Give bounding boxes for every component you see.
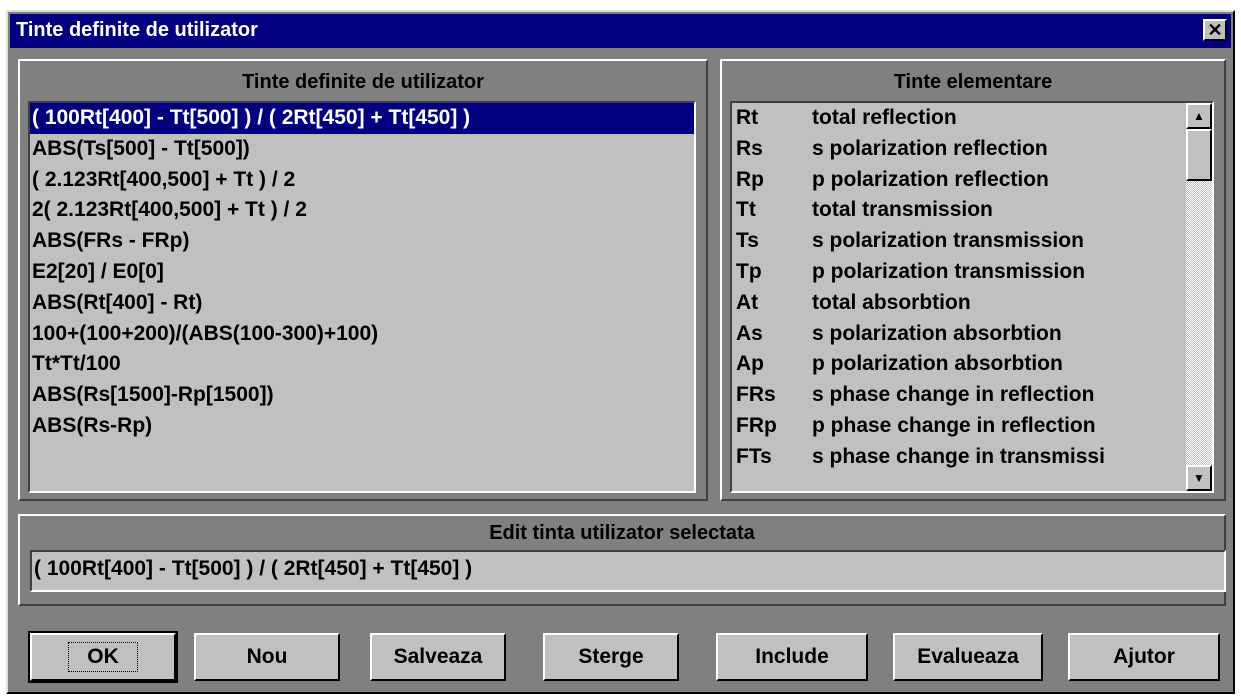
elementary-target-item[interactable]: Tt total transmission [732, 195, 1212, 226]
delete-button[interactable]: Sterge [543, 633, 679, 681]
elementary-target-description: s polarization reflection [812, 136, 1048, 160]
include-button[interactable]: Include [716, 633, 868, 681]
elementary-target-code: FTs [736, 444, 772, 468]
elementary-target-description: total reflection [812, 106, 957, 129]
elementary-scrollbar[interactable]: ▲ ▼ [1186, 103, 1212, 491]
help-button[interactable]: Ajutor [1068, 633, 1220, 681]
evaluate-button[interactable]: Evalueaza [893, 633, 1043, 681]
elementary-target-code: Rt [736, 106, 759, 129]
user-target-item[interactable]: ( 100Rt[400] - Tt[500] ) / ( 2Rt[450] + … [30, 103, 694, 134]
user-target-item[interactable]: E2[20] / E0[0] [30, 257, 694, 288]
title-bar[interactable]: Tinte definite de utilizator ✕ [10, 14, 1231, 48]
user-targets-group: Tinte definite de utilizator ( 100Rt[400… [18, 59, 708, 501]
elementary-target-code: Rp [736, 167, 764, 191]
elementary-target-code: Rs [736, 136, 763, 160]
elementary-target-description: s polarization transmission [812, 229, 1084, 253]
elementary-target-item[interactable]: Rp p polarization reflection [732, 165, 1212, 196]
dialog-window: Tinte definite de utilizator ✕ Tinte def… [6, 10, 1235, 694]
elementary-target-description: p polarization absorbtion [812, 352, 1063, 376]
elementary-target-description: s polarization absorbtion [812, 321, 1062, 345]
elementary-target-item[interactable]: Tp p polarization transmission [732, 257, 1212, 288]
elementary-target-item[interactable]: FRs s phase change in reflection [732, 380, 1212, 411]
scroll-thumb[interactable] [1186, 129, 1212, 181]
elementary-targets-group: Tinte elementare Rt total reflection Rs s p… [720, 59, 1226, 501]
user-target-item[interactable]: Tt*Tt/100 [30, 349, 694, 380]
edit-title: Edit tinta utilizator selectata [489, 522, 755, 544]
elementary-target-description: s phase change in transmissi [812, 444, 1105, 468]
elementary-target-item[interactable]: Ts s polarization transmission [732, 226, 1212, 257]
window-title: Tinte definite de utilizator [16, 19, 258, 41]
ok-label: OK [65, 639, 141, 675]
user-target-item[interactable]: ABS(Rt[400] - Rt) [30, 288, 694, 319]
ok-button[interactable]: OK [28, 631, 178, 683]
user-target-item[interactable]: ABS(FRs - FRp) [30, 226, 694, 257]
elementary-target-code: FRs [736, 383, 776, 407]
user-targets-title: Tinte definite de utilizator [242, 71, 484, 93]
user-target-item[interactable]: ABS(Rs[1500]-Rp[1500]) [30, 380, 694, 411]
elementary-target-item[interactable]: Rt total reflection [732, 103, 1212, 134]
elementary-target-code: At [736, 290, 759, 314]
user-target-item[interactable]: ABS(Rs-Rp) [30, 411, 694, 442]
elementary-target-code: Ts [736, 229, 759, 253]
elementary-target-code: FRp [736, 413, 777, 437]
user-target-item[interactable]: 100+(100+200)/(ABS(100-300)+100) [30, 319, 694, 350]
close-icon: ✕ [1207, 20, 1223, 40]
elementary-targets-rows: Rt total reflection Rs s polarization refle… [732, 103, 1212, 473]
elementary-target-code: Ap [736, 352, 764, 376]
elementary-target-item[interactable]: Rs s polarization reflection [732, 134, 1212, 165]
elementary-target-code: As [736, 321, 763, 345]
elementary-target-code: Tp [736, 259, 762, 283]
user-targets-list[interactable]: ( 100Rt[400] - Tt[500] ) / ( 2Rt[450] + … [28, 101, 696, 493]
elementary-target-item[interactable]: FTs s phase change in transmissi [732, 442, 1212, 473]
elementary-target-description: p polarization reflection [812, 167, 1049, 191]
save-button[interactable]: Salveaza [370, 633, 506, 681]
elementary-target-code: Tt [736, 198, 756, 222]
elementary-target-item[interactable]: At total absorbtion [732, 288, 1212, 319]
scroll-down-icon: ▼ [1193, 471, 1205, 485]
elementary-target-description: p polarization transmission [812, 259, 1086, 283]
scroll-up-icon: ▲ [1193, 109, 1205, 123]
scroll-up-button[interactable]: ▲ [1186, 103, 1212, 129]
elementary-target-description: total absorbtion [812, 290, 971, 314]
new-button[interactable]: Nou [194, 633, 340, 681]
scroll-down-button[interactable]: ▼ [1186, 465, 1212, 491]
elementary-target-item[interactable]: Ap p polarization absorbtion [732, 349, 1212, 380]
elementary-target-item[interactable]: FRp p phase change in reflection [732, 411, 1212, 442]
user-target-item[interactable]: ( 2.123Rt[400,500] + Tt ) / 2 [30, 165, 694, 196]
elementary-target-description: s phase change in reflection [812, 383, 1095, 407]
edit-target-input[interactable]: ( 100Rt[400] - Tt[500] ) / ( 2Rt[450] + … [30, 550, 1226, 592]
elementary-targets-list[interactable]: Rt total reflection Rs s polarization refle… [730, 101, 1214, 493]
close-button[interactable]: ✕ [1203, 19, 1227, 41]
user-target-item[interactable]: ABS(Ts[500] - Tt[500]) [30, 134, 694, 165]
user-target-item[interactable]: 2( 2.123Rt[400,500] + Tt ) / 2 [30, 195, 694, 226]
elementary-targets-title: Tinte elementare [893, 71, 1053, 93]
elementary-target-description: p phase change in reflection [812, 413, 1096, 437]
elementary-target-description: total transmission [812, 198, 993, 222]
elementary-target-item[interactable]: As s polarization absorbtion [732, 319, 1212, 350]
